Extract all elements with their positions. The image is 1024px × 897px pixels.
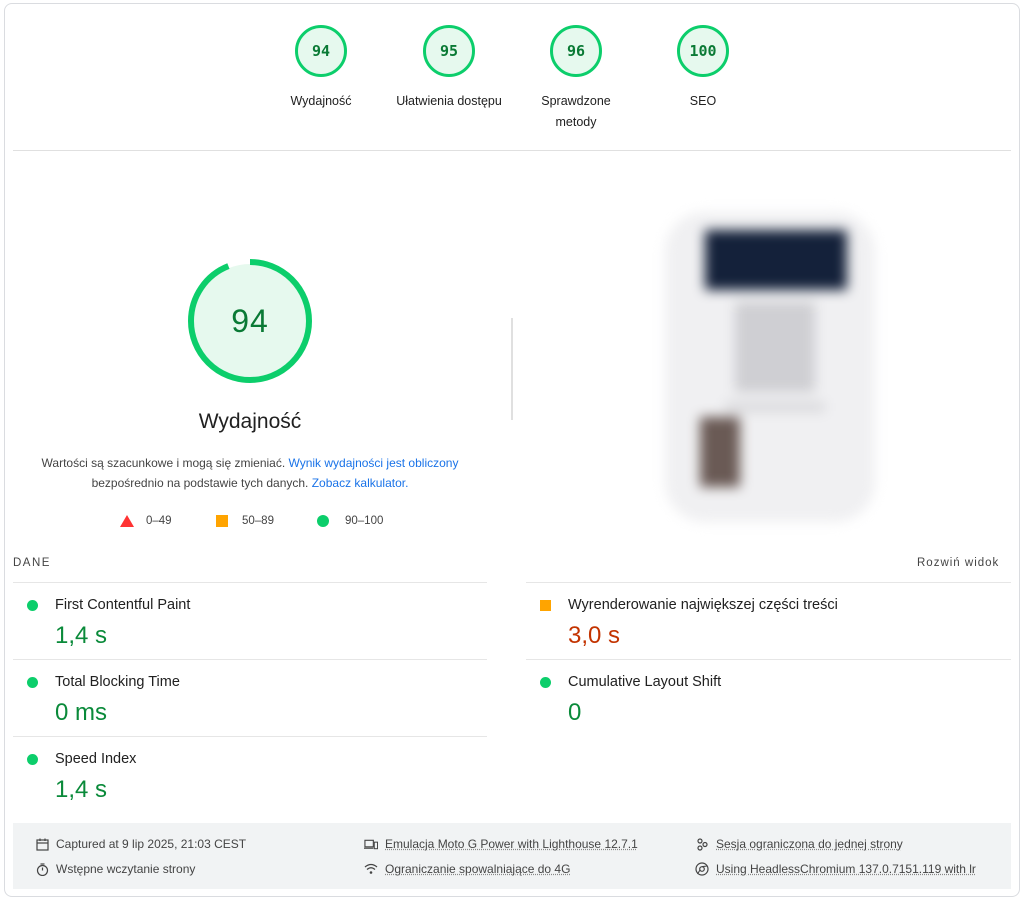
vertical-divider: [511, 318, 513, 420]
expand-view-toggle[interactable]: Rozwiń widok: [917, 557, 999, 569]
category-best-practices[interactable]: 96 Sprawdzone metody: [516, 25, 636, 133]
metric-name: Speed Index: [55, 751, 137, 767]
final-screenshot[interactable]: [665, 212, 875, 522]
metric-fcp: First Contentful Paint 1,4 s: [13, 582, 487, 660]
devices-icon: [364, 837, 378, 851]
metric-name: Wyrenderowanie największej części treści: [568, 597, 838, 613]
metric-name: Total Blocking Time: [55, 674, 180, 690]
legend-average: 50–89: [216, 515, 274, 527]
pass-circle-icon: [27, 600, 38, 611]
best-practices-gauge: 96: [550, 25, 602, 77]
captured-text: Captured at 9 lip 2025, 21:03 CEST: [56, 837, 247, 851]
runtime-settings: [13, 823, 1011, 889]
score-calculation-link[interactable]: Wynik wydajności jest obliczony: [289, 456, 459, 470]
header-divider: [13, 150, 1011, 151]
metric-si: Speed Index 1,4 s: [13, 736, 487, 814]
pass-circle-icon: [27, 677, 38, 688]
chrome-icon: [695, 862, 709, 876]
legend-pass: 90–100: [317, 515, 383, 527]
data-section-label: DANE: [13, 557, 51, 569]
session-icon: [695, 837, 709, 851]
fail-triangle-icon: [120, 515, 134, 527]
legend-fail: 0–49: [120, 515, 172, 527]
footer-emulation[interactable]: Emulacja Moto G Power with Lighthouse 12…: [364, 837, 638, 851]
calendar-icon: [35, 837, 49, 851]
category-label: Ułatwienia dostępu: [396, 94, 502, 108]
performance-title: Wydajność: [198, 410, 302, 433]
browser-text: Using HeadlessChromium 137.0.7151.119 wi…: [716, 862, 976, 876]
average-square-icon: [540, 600, 551, 611]
metric-value: 0: [568, 699, 582, 726]
note-text: bezpośrednio na podstawie tych danych.: [91, 476, 312, 490]
average-square-icon: [216, 515, 228, 527]
screenshot-content: [735, 302, 815, 392]
pass-circle-icon: [540, 677, 551, 688]
footer-session[interactable]: Sesja ograniczona do jednej strony: [695, 837, 903, 851]
screenshot-content: [725, 402, 825, 412]
footer-captured: Captured at 9 lip 2025, 21:03 CEST: [35, 837, 246, 851]
performance-score: 94: [231, 302, 269, 339]
category-accessibility[interactable]: 95 Ułatwienia dostępu: [389, 25, 509, 112]
footer-throttling[interactable]: Ograniczanie spowalniające do 4G: [364, 862, 570, 876]
pass-circle-icon: [317, 515, 329, 527]
category-label: Wydajność: [290, 94, 352, 108]
score-note: Wartości są szacunkowe i mogą się zmieni…: [40, 453, 460, 493]
throttling-text: Ograniczanie spowalniające do 4G: [385, 862, 571, 876]
seo-gauge: 100: [677, 25, 729, 77]
metric-lcp: Wyrenderowanie największej części treści…: [526, 582, 1011, 660]
metric-name: Cumulative Layout Shift: [568, 674, 722, 690]
category-seo[interactable]: 100 SEO: [643, 25, 763, 112]
timer-icon: [35, 862, 49, 876]
emulation-text: Emulacja Moto G Power with Lighthouse 12…: [385, 837, 638, 851]
calculator-link[interactable]: Zobacz kalkulator.: [312, 476, 409, 490]
metric-name: First Contentful Paint: [55, 597, 191, 613]
legend-pass-label: 90–100: [345, 515, 384, 527]
metric-value: 1,4 s: [55, 622, 108, 649]
session-text: Sesja ograniczona do jednej strony: [716, 837, 903, 851]
wifi-icon: [364, 862, 378, 876]
screenshot-header: [705, 230, 847, 290]
note-text: Wartości są szacunkowe i mogą się zmieni…: [41, 456, 289, 470]
footer-initial-load: Wstępne wczytanie strony: [35, 862, 195, 876]
pass-circle-icon: [27, 754, 38, 765]
footer-browser[interactable]: Using HeadlessChromium 137.0.7151.119 wi…: [695, 862, 976, 876]
metric-value: 0 ms: [55, 699, 108, 726]
category-label: Sprawdzone metody: [541, 94, 611, 129]
accessibility-gauge: 95: [423, 25, 475, 77]
initial-load-text: Wstępne wczytanie strony: [56, 862, 196, 876]
legend-average-label: 50–89: [242, 515, 274, 527]
legend-fail-label: 0–49: [146, 515, 172, 527]
metric-value: 3,0 s: [568, 622, 621, 649]
category-label: SEO: [689, 94, 717, 108]
metric-value: 1,4 s: [55, 776, 108, 803]
screenshot-image: [700, 417, 740, 487]
performance-gauge: 94: [295, 25, 347, 77]
category-performance[interactable]: 94 Wydajność: [261, 25, 381, 112]
metric-tbt: Total Blocking Time 0 ms: [13, 659, 487, 737]
performance-score-gauge: 94: [186, 257, 314, 385]
metric-cls: Cumulative Layout Shift 0: [526, 659, 1011, 737]
